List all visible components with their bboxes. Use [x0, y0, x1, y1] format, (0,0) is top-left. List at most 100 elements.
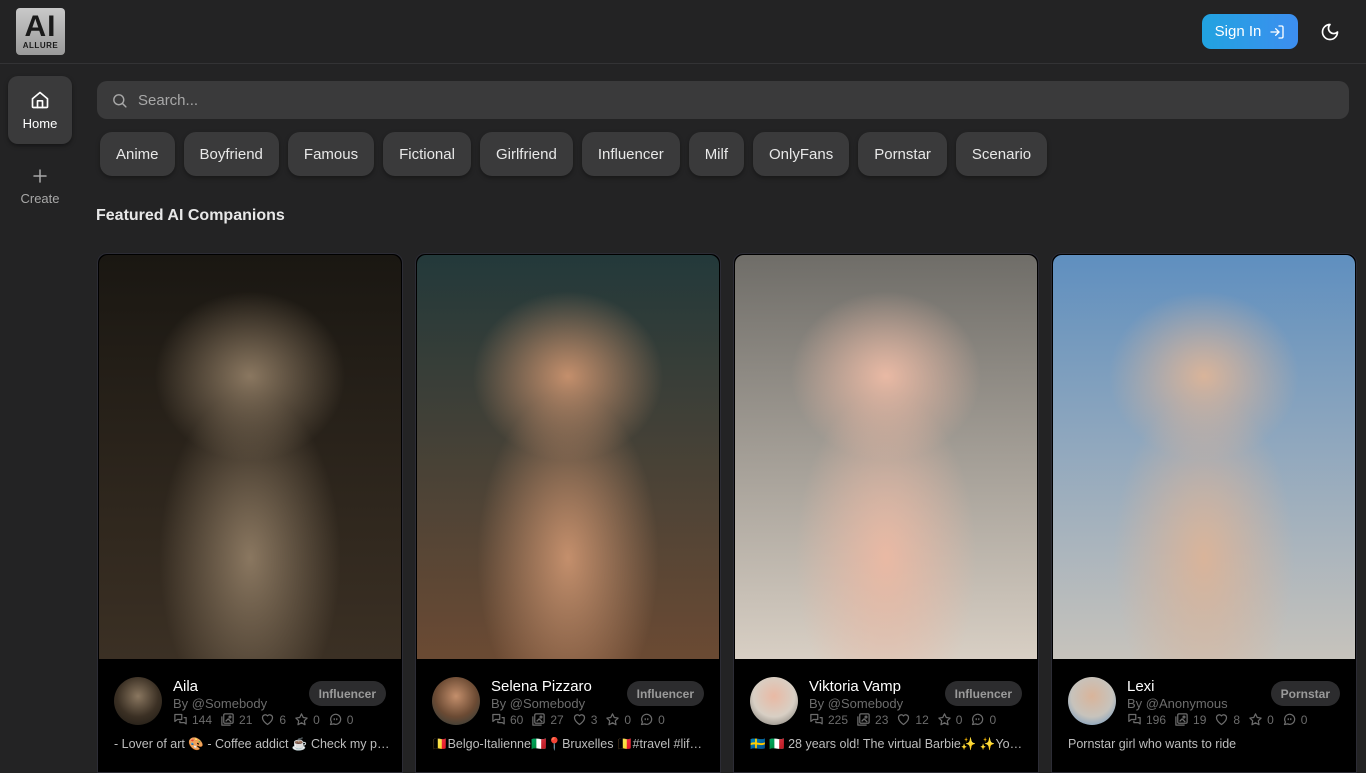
allure-logo[interactable]: AI ALLURE [16, 8, 65, 55]
category-chip-anime[interactable]: Anime [100, 132, 175, 176]
comment-icon [328, 712, 343, 727]
home-icon [30, 90, 50, 110]
category-chip-pornstar[interactable]: Pornstar [858, 132, 947, 176]
chats-stat: 196 [1127, 712, 1166, 727]
category-chip-girlfriend[interactable]: Girlfriend [479, 132, 573, 176]
comments-stat: 0 [328, 712, 353, 727]
sidebar-item-label: Home [22, 115, 58, 131]
moon-icon [1320, 22, 1340, 42]
star-icon [937, 712, 952, 727]
likes-count: 6 [279, 712, 287, 727]
logo-text: ALLURE [22, 41, 59, 50]
companion-card[interactable]: Lexi By @Anonymous Pornstar 196 19 8 0 0… [1051, 253, 1357, 773]
sidebar: Home Create [0, 65, 80, 768]
images-count: 19 [1193, 712, 1207, 727]
likes-count: 3 [590, 712, 598, 727]
category-chip-onlyfans[interactable]: OnlyFans [753, 132, 850, 176]
comment-icon [1282, 712, 1297, 727]
heart-icon [896, 712, 911, 727]
likes-stat: 3 [572, 712, 598, 727]
comments-count: 0 [989, 712, 997, 727]
companion-info: Lexi By @Anonymous Pornstar 196 19 8 0 0… [1052, 659, 1356, 772]
companion-tag-badge[interactable]: Influencer [308, 681, 386, 706]
favorites-count: 0 [1267, 712, 1274, 727]
star-icon [605, 712, 620, 727]
comment-icon [639, 712, 654, 727]
companion-stats: 144 21 6 0 0 [173, 712, 357, 727]
category-chip-scenario[interactable]: Scenario [955, 132, 1048, 176]
sign-in-icon [1269, 24, 1285, 40]
sidebar-item-create[interactable]: Create [8, 152, 72, 220]
companion-info: Selena Pizzaro By @Somebody Influencer 6… [416, 659, 720, 772]
heart-icon [260, 712, 275, 727]
category-chip-famous[interactable]: Famous [287, 132, 375, 176]
companion-card[interactable]: Selena Pizzaro By @Somebody Influencer 6… [415, 253, 721, 773]
favorites-count: 0 [313, 712, 320, 727]
companion-avatar [750, 677, 798, 725]
companion-tag-badge[interactable]: Pornstar [1270, 681, 1340, 706]
companion-card[interactable]: Viktoria Vamp By @Somebody Influencer 22… [733, 253, 1039, 773]
image-icon [220, 712, 235, 727]
images-count: 23 [875, 712, 889, 727]
comments-count: 0 [658, 712, 665, 727]
companion-creator: By @Anonymous [1127, 696, 1228, 711]
companion-description: 🇧🇪Belgo-Italienne🇮🇹📍Bruxelles 🇧🇪#travel … [432, 737, 708, 751]
category-chip-milf[interactable]: Milf [688, 132, 745, 176]
companion-creator: By @Somebody [173, 696, 268, 711]
chat-icon [491, 712, 506, 727]
companion-name: Lexi [1127, 678, 1155, 695]
section-title: Featured AI Companions [96, 207, 285, 224]
sidebar-item-label: Create [20, 190, 60, 206]
chats-count: 60 [510, 712, 524, 727]
top-bar: AI ALLURE Sign In [0, 0, 1366, 64]
likes-stat: 8 [1214, 712, 1240, 727]
comments-stat: 0 [639, 712, 665, 727]
category-chip-influencer[interactable]: Influencer [581, 132, 680, 176]
favorites-stat: 0 [294, 712, 320, 727]
companion-photo [99, 255, 401, 659]
image-icon [856, 712, 871, 727]
companion-description: - Lover of art 🎨 - Coffee addict ☕ Check… [114, 737, 390, 751]
heart-icon [572, 712, 587, 727]
chats-stat: 60 [491, 712, 523, 727]
companion-photo [417, 255, 719, 659]
logo-mark: AI [24, 10, 57, 43]
favorites-stat: 0 [1248, 712, 1274, 727]
favorites-stat: 0 [937, 712, 962, 727]
image-icon [531, 712, 546, 727]
companion-name: Selena Pizzaro [491, 678, 592, 695]
companion-card[interactable]: Aila By @Somebody Influencer 144 21 6 0 … [97, 253, 403, 773]
sign-in-button[interactable]: Sign In [1202, 14, 1298, 49]
likes-stat: 12 [896, 712, 929, 727]
companion-tag-badge[interactable]: Influencer [626, 681, 704, 706]
image-icon [1174, 712, 1189, 727]
companion-tag-badge[interactable]: Influencer [944, 681, 1022, 706]
category-chip-fictional[interactable]: Fictional [383, 132, 471, 176]
search-bar [97, 81, 1349, 119]
plus-icon [31, 167, 49, 185]
favorites-stat: 0 [605, 712, 631, 727]
chat-icon [809, 712, 824, 727]
category-chip-boyfriend[interactable]: Boyfriend [183, 132, 279, 176]
companion-photo [1053, 255, 1355, 659]
companion-creator: By @Somebody [491, 696, 586, 711]
chats-stat: 225 [809, 712, 848, 727]
star-icon [294, 712, 309, 727]
likes-count: 8 [1233, 712, 1241, 727]
search-input[interactable] [138, 91, 1318, 109]
comments-stat: 0 [1282, 712, 1308, 727]
sidebar-item-home[interactable]: Home [8, 76, 72, 144]
search-icon [111, 92, 128, 109]
chat-icon [1127, 712, 1142, 727]
chats-stat: 144 [173, 712, 212, 727]
images-stat: 23 [856, 712, 888, 727]
companion-name: Viktoria Vamp [809, 678, 901, 695]
images-stat: 21 [220, 712, 252, 727]
images-count: 21 [239, 712, 253, 727]
category-chips: Anime Boyfriend Famous Fictional Girlfri… [100, 132, 1048, 176]
companion-info: Viktoria Vamp By @Somebody Influencer 22… [734, 659, 1038, 772]
star-icon [1248, 712, 1263, 727]
companion-info: Aila By @Somebody Influencer 144 21 6 0 … [98, 659, 402, 772]
theme-toggle-button[interactable] [1314, 16, 1346, 48]
comments-count: 0 [1300, 712, 1308, 727]
